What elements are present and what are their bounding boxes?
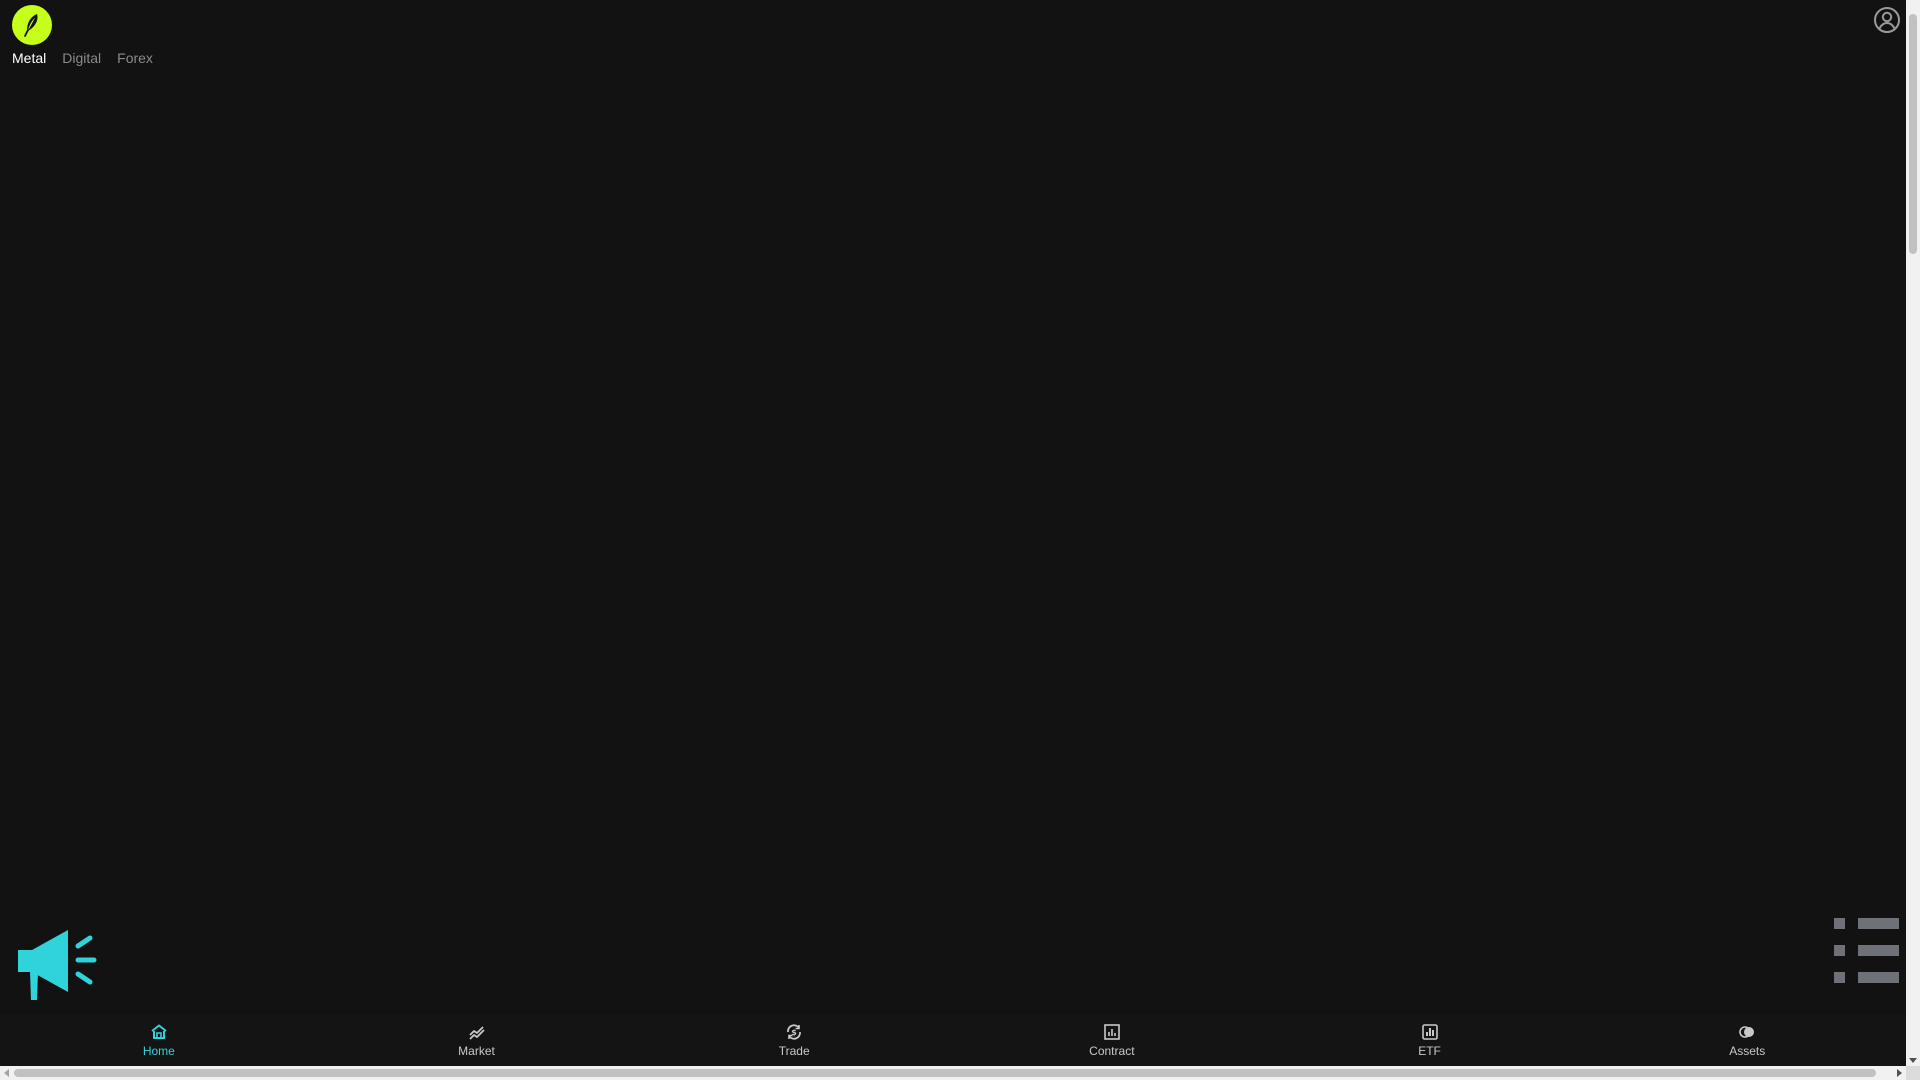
announcement-button[interactable] xyxy=(16,928,100,1002)
nav-contract[interactable]: Contract xyxy=(953,1014,1271,1066)
placeholder-row xyxy=(1834,944,1900,957)
nav-assets[interactable]: Assets xyxy=(1588,1014,1906,1066)
placeholder-row xyxy=(1834,971,1900,984)
placeholder-bar xyxy=(1858,972,1899,983)
placeholder-row xyxy=(1834,917,1900,930)
svg-text:$: $ xyxy=(791,1028,797,1037)
horizontal-scroll-thumb[interactable] xyxy=(14,1069,1876,1077)
nav-home[interactable]: Home xyxy=(0,1014,318,1066)
placeholder-dot xyxy=(1834,918,1845,929)
nav-trade[interactable]: $ Trade xyxy=(635,1014,953,1066)
bottom-navigation: Home Market $ Trade Contract ETF Assets xyxy=(0,1014,1906,1066)
scroll-right-arrow-icon[interactable] xyxy=(1897,1069,1902,1077)
tab-metal[interactable]: Metal xyxy=(12,50,46,66)
trade-coin-icon: $ xyxy=(787,1023,802,1040)
nav-assets-label: Assets xyxy=(1729,1043,1766,1058)
placeholder-bar xyxy=(1858,918,1899,929)
scrollbar-corner xyxy=(1906,1066,1920,1080)
placeholder-dot xyxy=(1834,972,1845,983)
bar-chart-icon xyxy=(1421,1023,1438,1040)
user-circle-icon xyxy=(1874,7,1900,33)
market-tabs: Metal Digital Forex xyxy=(12,50,153,66)
tab-forex[interactable]: Forex xyxy=(117,50,153,66)
loading-placeholder-list xyxy=(1834,917,1900,998)
placeholder-bar xyxy=(1858,945,1899,956)
scroll-down-arrow-icon[interactable] xyxy=(1909,1058,1917,1063)
assets-coins-icon xyxy=(1739,1025,1755,1038)
app-viewport: Metal Digital Forex Home Market $ Trade … xyxy=(0,0,1906,1066)
nav-home-label: Home xyxy=(142,1043,175,1058)
user-profile-button[interactable] xyxy=(1873,6,1901,34)
placeholder-dot xyxy=(1834,945,1845,956)
nav-market[interactable]: Market xyxy=(318,1014,636,1066)
nav-market-label: Market xyxy=(458,1043,495,1058)
vertical-scroll-thumb[interactable] xyxy=(1909,14,1917,254)
tab-digital[interactable]: Digital xyxy=(62,50,101,66)
nav-contract-label: Contract xyxy=(1089,1043,1135,1058)
brand-logo[interactable] xyxy=(12,5,52,45)
feather-logo-icon xyxy=(24,14,38,37)
nav-etf[interactable]: ETF xyxy=(1271,1014,1589,1066)
horizontal-scrollbar[interactable] xyxy=(0,1066,1906,1080)
vertical-scrollbar[interactable] xyxy=(1906,0,1920,1066)
nav-trade-label: Trade xyxy=(778,1043,810,1058)
megaphone-icon xyxy=(18,930,97,1000)
contract-chart-icon xyxy=(1104,1023,1120,1040)
chart-line-icon xyxy=(468,1025,485,1040)
home-icon xyxy=(151,1024,167,1039)
scroll-left-arrow-icon[interactable] xyxy=(4,1069,9,1077)
nav-etf-label: ETF xyxy=(1418,1043,1441,1058)
